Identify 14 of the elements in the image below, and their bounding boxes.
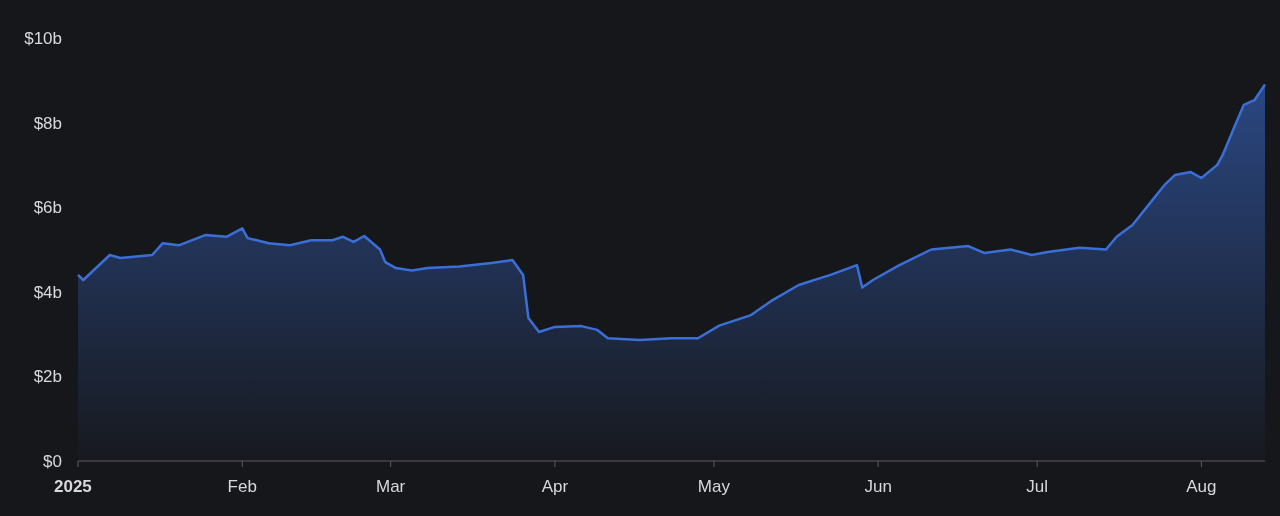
- x-axis-label: Jul: [1026, 477, 1048, 496]
- y-axis-label: $4b: [33, 282, 62, 302]
- y-axis-label: $0: [43, 452, 62, 471]
- x-axis-label: 2025: [54, 477, 92, 496]
- y-axis-label: $6b: [33, 198, 62, 218]
- y-axis-label: $10b: [24, 29, 62, 48]
- x-axis-label: May: [697, 477, 730, 496]
- x-axis-label: Feb: [227, 477, 257, 496]
- y-axis-label: $2b: [33, 367, 62, 387]
- x-axis-label: Aug: [1186, 477, 1217, 496]
- y-axis-label: $8b: [33, 113, 62, 133]
- x-axis-label: Mar: [376, 477, 406, 496]
- x-axis-label: Jun: [864, 477, 892, 496]
- x-axis-label: Apr: [541, 477, 569, 496]
